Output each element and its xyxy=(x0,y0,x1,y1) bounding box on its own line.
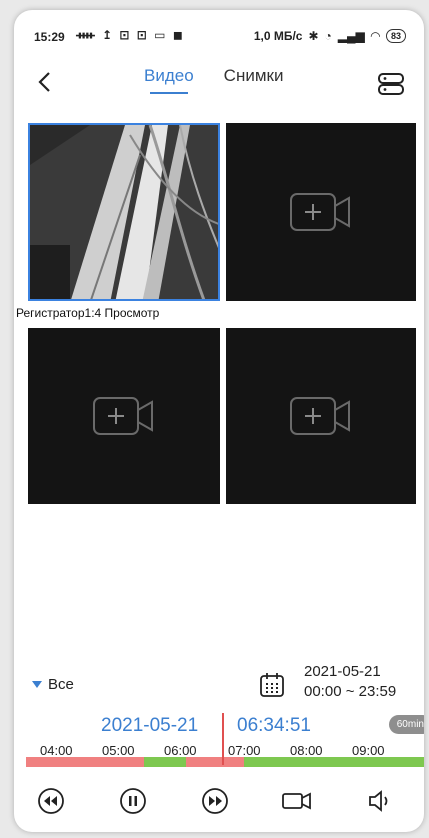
filter-all-label: Все xyxy=(48,676,74,693)
selected-date: 2021-05-21 xyxy=(304,663,381,680)
battery-icon: 83 xyxy=(385,29,406,43)
tick-label: 06:00 xyxy=(164,743,197,758)
tick-label: 05:00 xyxy=(102,743,135,758)
speaker-icon[interactable] xyxy=(364,786,394,816)
tab-video[interactable]: Видео xyxy=(144,66,194,94)
phone-screen: 15:29 ᚓ ↥ ⊡ ⊡ ▭ ◼ 1,0 МБ/с ✱ ◔ ▂▄▆ ◠ 83 … xyxy=(14,10,424,832)
calendar-icon[interactable] xyxy=(259,672,285,698)
tab-bar: Видео Снимки xyxy=(144,66,283,94)
status-right: 1,0 МБ/с ✱ ◔ ▂▄▆ ◠ 83 xyxy=(254,29,406,43)
timeline-zoom-badge[interactable]: 60min xyxy=(388,715,424,734)
channel-filter-dropdown[interactable]: Все xyxy=(32,676,74,693)
filter-row: Все 2021-05-21 00:00 ~ 23:59 xyxy=(14,660,424,710)
add-camera-icon[interactable] xyxy=(289,192,353,232)
pause-icon[interactable] xyxy=(118,786,148,816)
date-selector[interactable]: 2021-05-21 00:00 ~ 23:59 xyxy=(304,662,396,702)
recording-bar xyxy=(26,757,424,767)
video-cell-2[interactable] xyxy=(226,123,416,301)
status-time: 15:29 xyxy=(34,30,65,44)
device-list-icon[interactable] xyxy=(376,70,406,98)
wifi-icon: ◠ xyxy=(370,29,380,43)
fast-forward-icon[interactable] xyxy=(200,786,230,816)
tick-label: 07:00 xyxy=(228,743,261,758)
bluetooth-icon: ✱ xyxy=(308,29,319,43)
playback-timeline[interactable]: 2021-05-21 06:34:51 60min 04:00 05:00 06… xyxy=(26,713,424,773)
timeline-time: 06:34:51 xyxy=(237,715,311,736)
camera-feed-image xyxy=(30,125,218,299)
camera-label: Регистратор1:4 Просмотр xyxy=(16,306,160,320)
tick-label: 04:00 xyxy=(40,743,73,758)
timeline-cursor[interactable] xyxy=(222,713,224,765)
playback-controls xyxy=(14,780,424,820)
notification-icons: ᚓ ↥ ⊡ ⊡ ▭ ◼ xyxy=(76,28,185,42)
header: Видео Снимки xyxy=(14,54,424,110)
alarm-recording-segment xyxy=(26,757,144,767)
selected-time-range: 00:00 ~ 23:59 xyxy=(304,683,397,700)
add-camera-icon[interactable] xyxy=(92,396,156,436)
video-cell-1[interactable] xyxy=(28,123,220,301)
back-icon[interactable] xyxy=(32,68,60,96)
alarm-recording-segment xyxy=(186,757,244,767)
record-video-icon[interactable] xyxy=(280,786,314,816)
video-cell-3[interactable] xyxy=(28,328,220,504)
network-speed: 1,0 МБ/с xyxy=(253,29,303,43)
alarm-icon: ◔ xyxy=(324,29,332,43)
timeline-ticks: 04:00 05:00 06:00 07:00 08:00 09:00 xyxy=(26,737,424,759)
signal-icon: ▂▄▆ xyxy=(337,29,365,43)
dropdown-triangle-icon xyxy=(32,681,42,688)
tick-label: 09:00 xyxy=(352,743,385,758)
video-cell-4[interactable] xyxy=(226,328,416,504)
tick-label: 08:00 xyxy=(290,743,323,758)
status-bar: 15:29 ᚓ ↥ ⊡ ⊡ ▭ ◼ 1,0 МБ/с ✱ ◔ ▂▄▆ ◠ 83 xyxy=(14,10,424,54)
tab-snapshots[interactable]: Снимки xyxy=(224,66,284,94)
rewind-icon[interactable] xyxy=(36,786,66,816)
timeline-date: 2021-05-21 xyxy=(101,715,199,736)
add-camera-icon[interactable] xyxy=(289,396,353,436)
